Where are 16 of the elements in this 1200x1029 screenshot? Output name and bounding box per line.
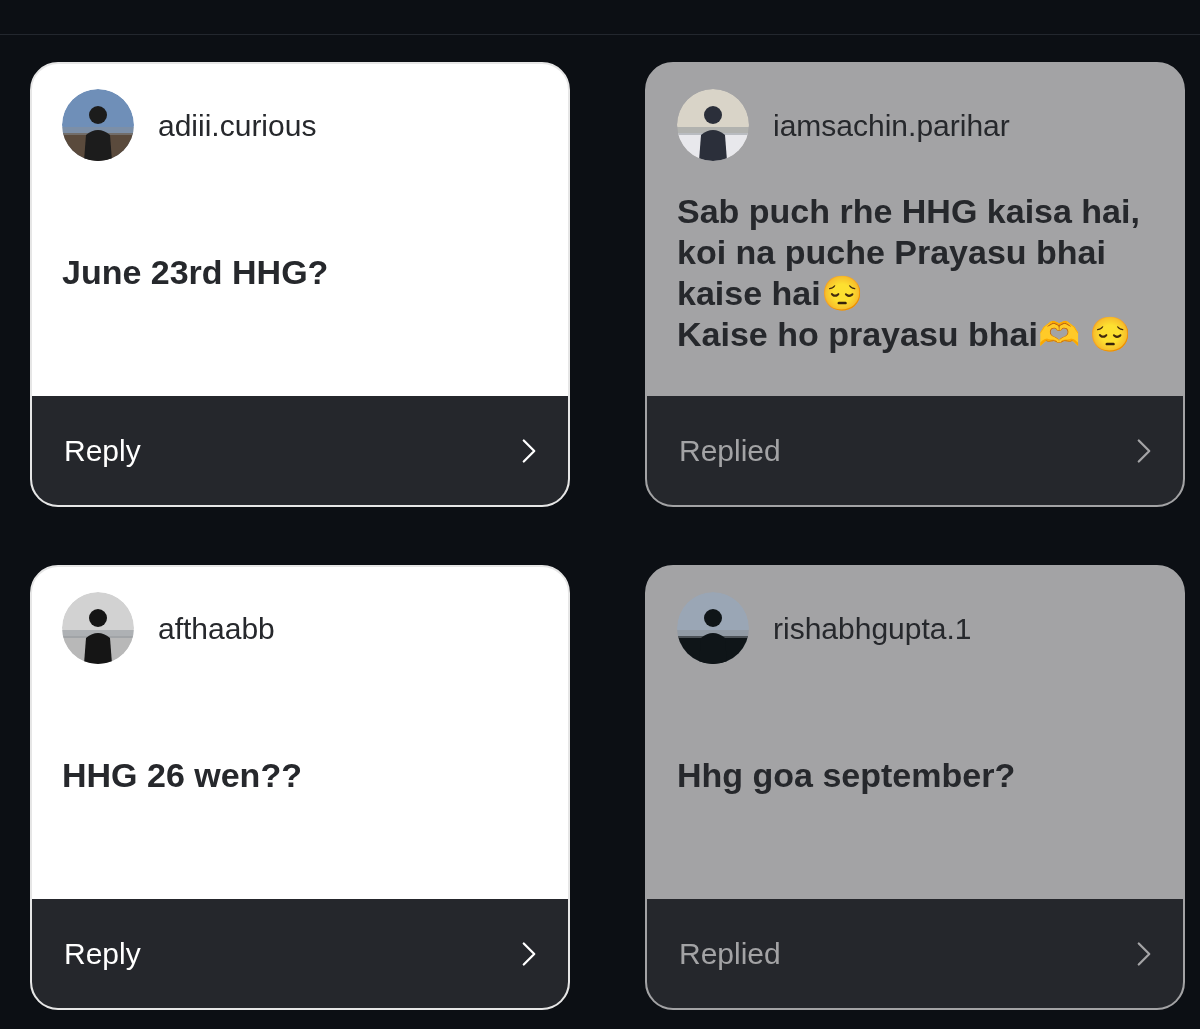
username[interactable]: iamsachin.parihar	[773, 102, 1010, 148]
username[interactable]: afthaabb	[158, 605, 275, 651]
reply-button[interactable]: Reply	[32, 899, 568, 1008]
message-text: Hhg goa september?	[677, 755, 1016, 796]
message-text: Sab puch rhe HHG kaisa hai, koi na puche Prayasu bhai kaise hai😔 Kaise ho prayasu bhai🫶 😔	[677, 190, 1141, 355]
chevron-icon	[1137, 437, 1151, 464]
message-text: HHG 26 wen??	[62, 755, 302, 796]
chevron-icon	[522, 437, 536, 464]
chevron-icon	[522, 940, 536, 967]
username[interactable]: adiii.curious	[158, 102, 317, 148]
reply-button[interactable]: Reply	[32, 396, 568, 505]
replied-button[interactable]: Replied	[647, 396, 1183, 505]
username[interactable]: rishabhgupta.1	[773, 605, 972, 651]
message-text: June 23rd HHG?	[62, 252, 329, 293]
replied-button[interactable]: Replied	[647, 899, 1183, 1008]
chevron-icon	[1137, 940, 1151, 967]
